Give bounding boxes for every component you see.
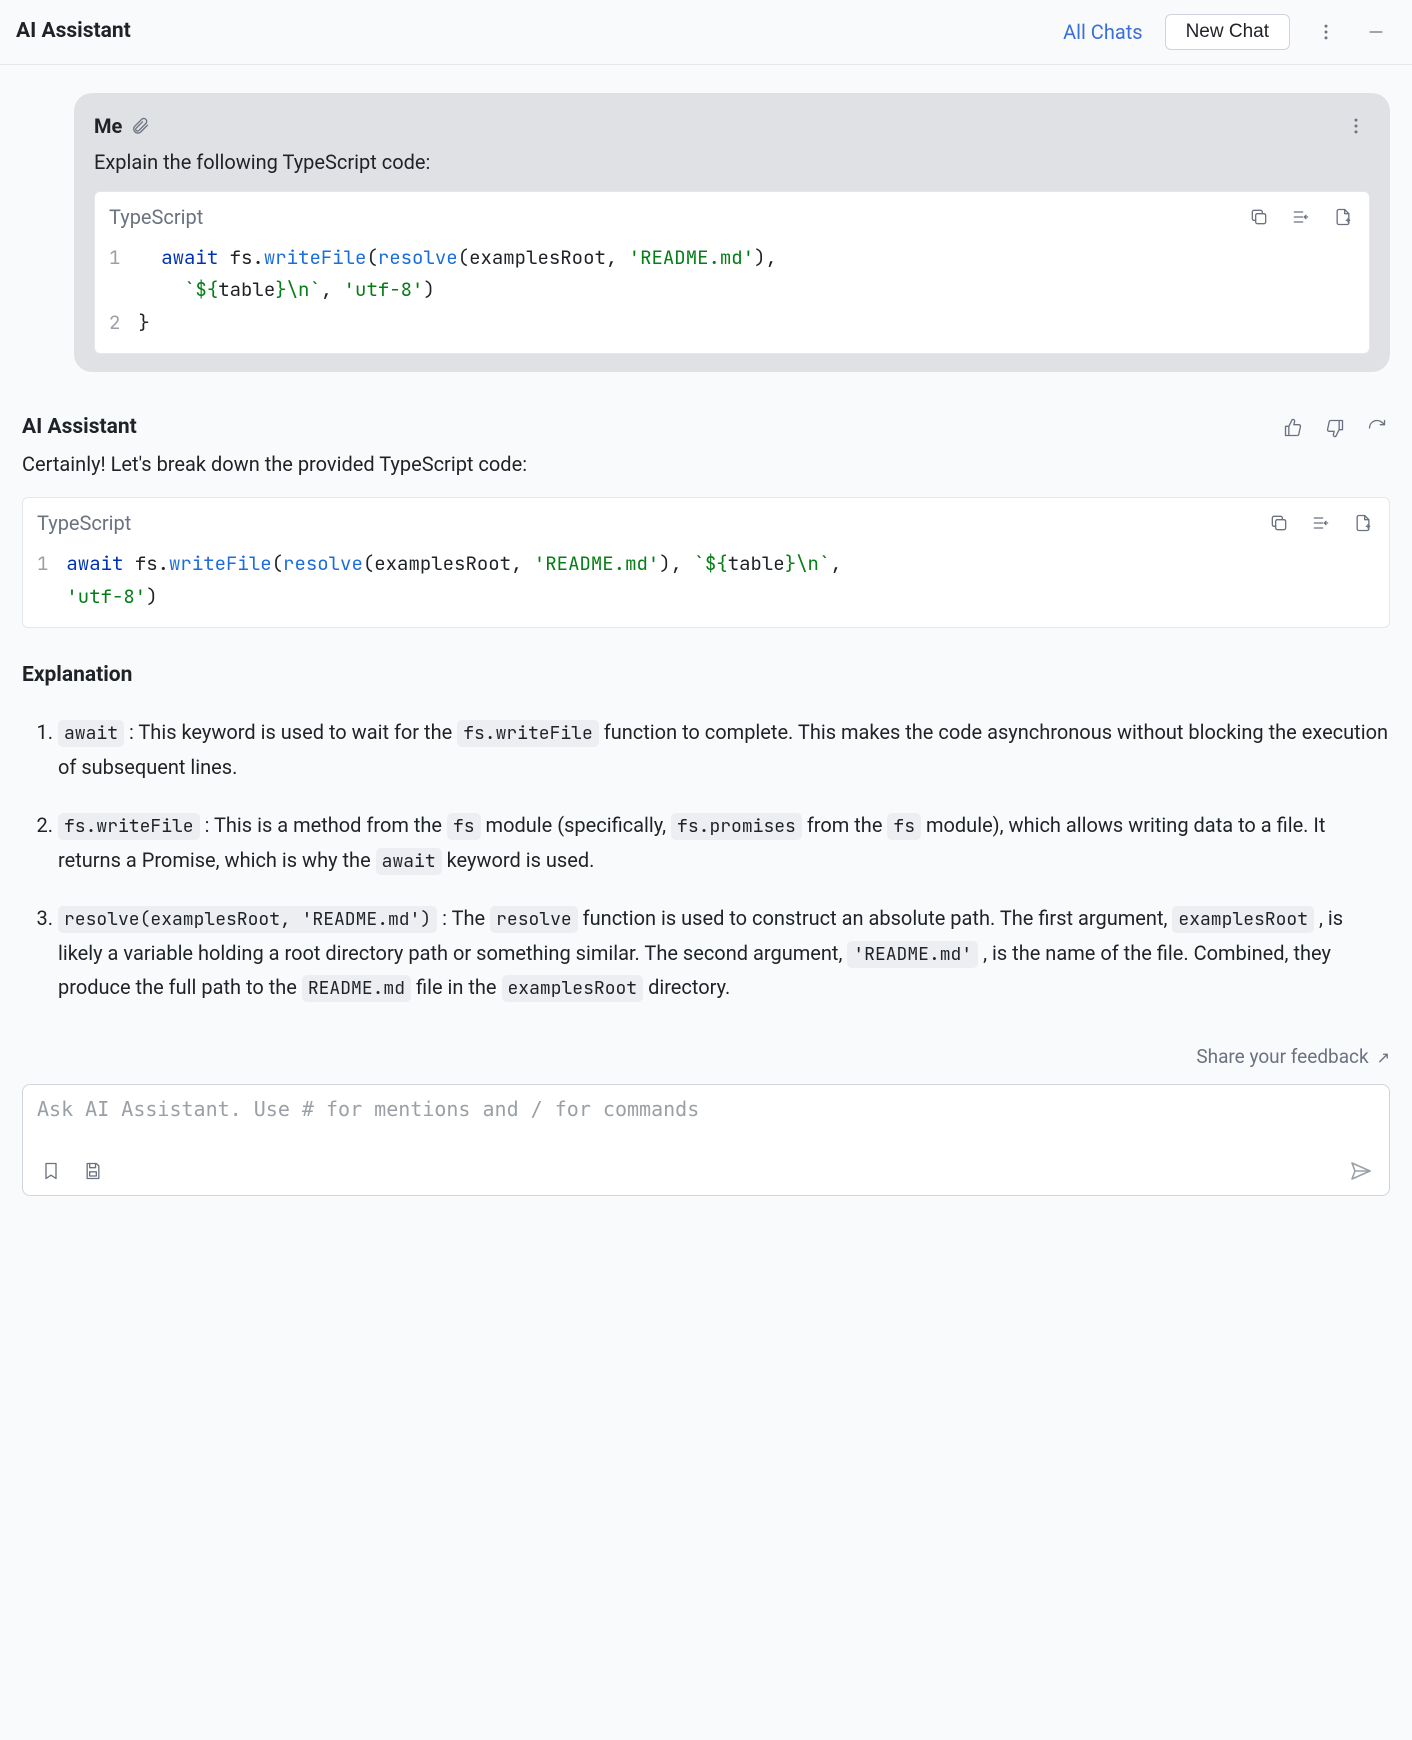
code-language-label: TypeScript [109, 202, 203, 232]
assistant-intro: Certainly! Let's break down the provided… [22, 449, 1390, 479]
inline-code: examplesRoot [502, 975, 644, 1002]
copy-icon[interactable] [1247, 205, 1271, 229]
inline-code: fs.writeFile [457, 720, 599, 747]
code-line: `${table}\n`, 'utf-8') [138, 274, 1355, 306]
assistant-header: AI Assistant [22, 412, 1390, 444]
assistant-label: AI Assistant [22, 412, 137, 444]
send-icon[interactable] [1347, 1157, 1375, 1185]
bookmark-icon[interactable] [37, 1157, 65, 1185]
new-file-icon[interactable] [1351, 511, 1375, 535]
assistant-code-block: TypeScript 1 await fs.writeFile(resolve(… [22, 497, 1390, 628]
line-number [109, 274, 120, 306]
message-more-icon[interactable] [1342, 112, 1370, 140]
line-number [37, 581, 48, 613]
explanation-list: await : This keyword is used to wait for… [22, 715, 1390, 1005]
regenerate-icon[interactable] [1364, 415, 1390, 441]
explanation-item: await : This keyword is used to wait for… [58, 715, 1390, 784]
app-title: AI Assistant [16, 16, 131, 48]
line-number: 1 [37, 548, 48, 580]
inline-code: README.md [302, 975, 411, 1002]
attachment-icon[interactable] [130, 116, 150, 136]
line-number: 1 [109, 242, 120, 274]
share-feedback-link[interactable]: Share your feedback ↗ [1196, 1045, 1390, 1068]
inline-code: fs [447, 813, 481, 840]
user-code-block: TypeScript 1 await fs.writeFile(resolve(… [94, 191, 1370, 354]
user-name: Me [94, 111, 122, 141]
code-language-label: TypeScript [37, 508, 131, 538]
thumbs-down-icon[interactable] [1322, 415, 1348, 441]
line-number: 2 [109, 307, 120, 339]
user-label: Me [94, 111, 150, 141]
explanation-item: fs.writeFile : This is a method from the… [58, 808, 1390, 877]
new-chat-button[interactable]: New Chat [1165, 14, 1290, 50]
insert-at-caret-icon[interactable] [1309, 511, 1333, 535]
chat-body: Me Explain the following TypeScript code… [0, 65, 1412, 1005]
copy-icon[interactable] [1267, 511, 1291, 535]
new-file-icon[interactable] [1331, 205, 1355, 229]
inline-code: fs.writeFile [58, 813, 200, 840]
thumbs-up-icon[interactable] [1280, 415, 1306, 441]
code-line: } [138, 307, 1355, 339]
user-message-text: Explain the following TypeScript code: [94, 147, 1370, 177]
more-icon[interactable] [1312, 18, 1340, 46]
inline-code: await [376, 848, 442, 875]
inline-code: resolve(examplesRoot, 'README.md') [58, 906, 437, 933]
minimize-icon[interactable] [1362, 18, 1390, 46]
inline-code: 'README.md' [847, 941, 978, 968]
explanation-heading: Explanation [22, 660, 1390, 692]
assistant-code-body: 1 await fs.writeFile(resolve(examplesRoo… [23, 544, 1389, 627]
inline-code: await [58, 720, 124, 747]
insert-at-caret-icon[interactable] [1289, 205, 1313, 229]
all-chats-link[interactable]: All Chats [1063, 17, 1143, 47]
external-link-icon: ↗ [1373, 1048, 1390, 1067]
code-line: await fs.writeFile(resolve(examplesRoot,… [66, 548, 1375, 580]
user-message: Me Explain the following TypeScript code… [74, 93, 1390, 372]
inline-code: fs [887, 813, 921, 840]
inline-code: examplesRoot [1172, 906, 1314, 933]
inline-code: resolve [490, 906, 578, 933]
code-line: await fs.writeFile(resolve(examplesRoot,… [138, 242, 1355, 274]
footer: Share your feedback ↗ [0, 1029, 1412, 1214]
save-icon[interactable] [79, 1157, 107, 1185]
user-code-body: 1 await fs.writeFile(resolve(examplesRoo… [95, 238, 1369, 353]
header-actions: All Chats New Chat [1063, 14, 1390, 50]
explanation-item: resolve(examplesRoot, 'README.md') : The… [58, 901, 1390, 1005]
app-header: AI Assistant All Chats New Chat [0, 0, 1412, 65]
code-line: 'utf-8') [66, 581, 1375, 613]
chat-input[interactable] [37, 1097, 1375, 1145]
inline-code: fs.promises [671, 813, 802, 840]
composer [22, 1084, 1390, 1196]
